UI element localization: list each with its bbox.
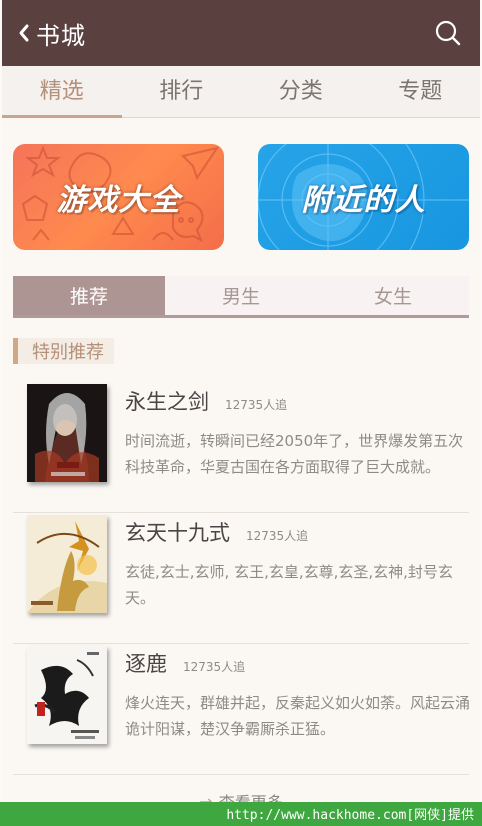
view-more-link[interactable]: → 查看更多 bbox=[2, 789, 480, 803]
book-description: 时间流逝，转瞬间已经2050年了，世界爆发第五次科技革命，华夏古国在各方面取得了… bbox=[125, 432, 464, 476]
page-title: 书城 bbox=[36, 21, 86, 50]
bookstore-screen: 书城 精选 排行 分类 专题 游戏大全 附近的人 推荐 男生 女生 特别推荐 永… bbox=[2, 0, 480, 802]
games-banner[interactable]: 游戏大全 bbox=[13, 144, 224, 250]
tab-category[interactable]: 分类 bbox=[241, 66, 361, 117]
section-header: 特别推荐 bbox=[13, 338, 114, 364]
book-title[interactable]: 逐鹿 bbox=[125, 648, 167, 678]
book-item[interactable]: 逐鹿 12735人追 烽火连天，群雄并起，反秦起义如火如荼。风起云涌诡计阳谋，楚… bbox=[13, 644, 470, 775]
section-accent-bar bbox=[13, 338, 18, 364]
nearby-people-banner-label: 附近的人 bbox=[301, 183, 426, 218]
tab-male[interactable]: 男生 bbox=[165, 276, 317, 315]
book-description: 烽火连天，群雄并起，反秦起义如火如荼。风起云涌诡计阳谋，楚汉争霸厮杀正猛。 bbox=[125, 694, 471, 738]
book-title-row: 玄天十九式 12735人追 bbox=[125, 517, 470, 547]
book-item[interactable]: 玄天十九式 12735人追 玄徒,玄士,玄师, 玄王,玄皇,玄尊,玄圣,玄神,封… bbox=[13, 513, 469, 644]
book-info: 逐鹿 12735人追 烽火连天，群雄并起，反秦起义如火如荼。风起云涌诡计阳谋，楚… bbox=[125, 646, 470, 774]
tab-topics[interactable]: 专题 bbox=[361, 66, 481, 117]
view-more-label: 查看更多 bbox=[219, 789, 283, 802]
tab-female[interactable]: 女生 bbox=[317, 276, 469, 315]
book-title[interactable]: 永生之剑 bbox=[125, 386, 209, 416]
chevron-left-icon[interactable] bbox=[16, 21, 32, 45]
book-followers: 12735人追 bbox=[225, 398, 288, 412]
sub-tab-bar: 推荐 男生 女生 bbox=[13, 276, 469, 318]
top-tab-bar: 精选 排行 分类 专题 bbox=[2, 66, 480, 118]
book-followers: 12735人追 bbox=[246, 529, 309, 543]
arrow-right-icon: → bbox=[199, 791, 213, 803]
banner-row: 游戏大全 附近的人 bbox=[2, 118, 480, 250]
book-title-row: 永生之剑 12735人追 bbox=[125, 386, 470, 416]
book-cover[interactable] bbox=[27, 646, 107, 744]
book-cover[interactable] bbox=[27, 384, 107, 482]
book-item[interactable]: 永生之剑 12735人追 时间流逝，转瞬间已经2050年了，世界爆发第五次科技革… bbox=[13, 382, 469, 513]
tab-ranking[interactable]: 排行 bbox=[122, 66, 242, 117]
watermark-bar: http://www.hackhome.com[网侠]提供 bbox=[0, 802, 482, 826]
tab-recommended[interactable]: 推荐 bbox=[13, 276, 165, 315]
book-followers: 12735人追 bbox=[183, 660, 246, 674]
tab-featured[interactable]: 精选 bbox=[2, 66, 122, 118]
book-title[interactable]: 玄天十九式 bbox=[125, 517, 230, 547]
games-banner-label: 游戏大全 bbox=[56, 183, 181, 218]
app-header: 书城 bbox=[2, 0, 480, 66]
nearby-people-banner[interactable]: 附近的人 bbox=[258, 144, 469, 250]
watermark-text: http://www.hackhome.com[网侠]提供 bbox=[226, 808, 474, 823]
search-icon[interactable] bbox=[432, 17, 464, 49]
book-info: 永生之剑 12735人追 时间流逝，转瞬间已经2050年了，世界爆发第五次科技革… bbox=[125, 384, 470, 512]
book-info: 玄天十九式 12735人追 玄徒,玄士,玄师, 玄王,玄皇,玄尊,玄圣,玄神,封… bbox=[125, 515, 470, 643]
book-description: 玄徒,玄士,玄师, 玄王,玄皇,玄尊,玄圣,玄神,封号玄天。 bbox=[125, 563, 453, 607]
book-title-row: 逐鹿 12735人追 bbox=[125, 648, 470, 678]
book-list: 永生之剑 12735人追 时间流逝，转瞬间已经2050年了，世界爆发第五次科技革… bbox=[13, 382, 470, 775]
book-cover[interactable] bbox=[27, 515, 107, 613]
section-title: 特别推荐 bbox=[32, 342, 104, 363]
